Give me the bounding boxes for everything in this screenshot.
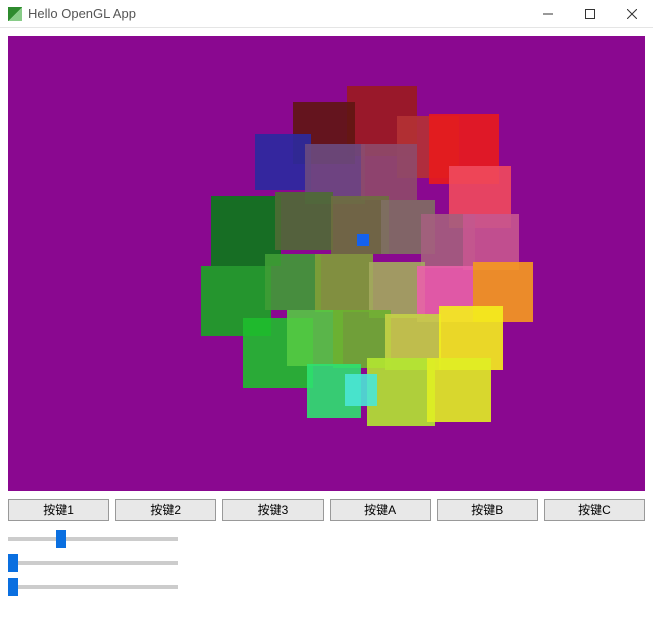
opengl-viewport[interactable] (8, 36, 645, 491)
titlebar: Hello OpenGL App (0, 0, 653, 28)
slider-1[interactable] (8, 529, 178, 549)
color-square (345, 374, 377, 406)
minimize-button[interactable] (527, 0, 569, 28)
close-button[interactable] (611, 0, 653, 28)
color-square (265, 254, 321, 310)
maximize-button[interactable] (569, 0, 611, 28)
color-square (275, 192, 333, 250)
button-c[interactable]: 按键C (544, 499, 645, 521)
app-icon (8, 7, 22, 21)
button-2[interactable]: 按键2 (115, 499, 216, 521)
slider-2[interactable] (8, 553, 178, 573)
button-3[interactable]: 按键3 (222, 499, 323, 521)
color-square (315, 254, 373, 312)
slider-group (8, 529, 645, 597)
slider-3[interactable] (8, 577, 178, 597)
button-row: 按键1 按键2 按键3 按键A 按键B 按键C (8, 499, 645, 521)
content-area: 按键1 按键2 按键3 按键A 按键B 按键C (0, 28, 653, 609)
color-square (357, 234, 369, 246)
button-a[interactable]: 按键A (330, 499, 431, 521)
color-square (367, 358, 435, 426)
button-1[interactable]: 按键1 (8, 499, 109, 521)
button-b[interactable]: 按键B (437, 499, 538, 521)
color-square (427, 358, 491, 422)
window-title: Hello OpenGL App (28, 6, 527, 21)
color-square (361, 144, 417, 200)
cube-stage (147, 66, 507, 426)
color-square (255, 134, 311, 190)
